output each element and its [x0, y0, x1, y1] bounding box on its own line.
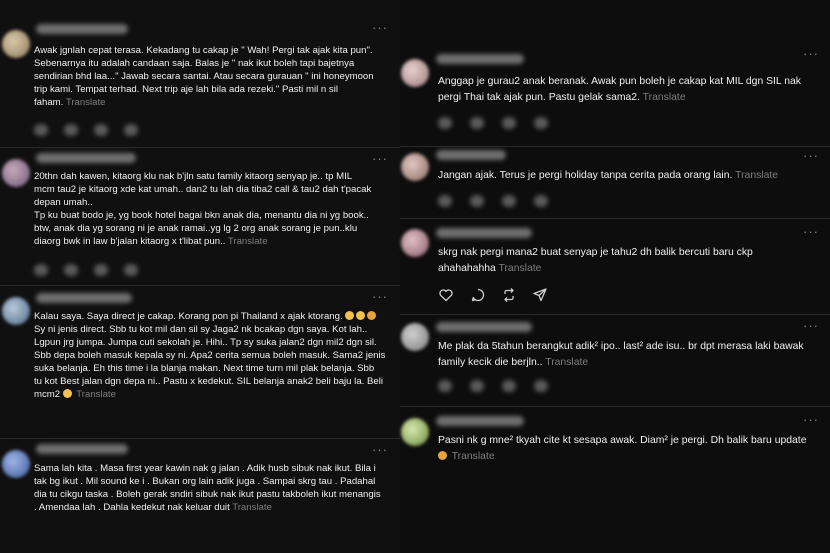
avatar[interactable] — [401, 418, 429, 446]
like-icon[interactable] — [34, 264, 48, 276]
share-icon[interactable] — [534, 380, 548, 392]
comment-post: ··· Sama lah kita . Masa first year kawi… — [0, 438, 400, 553]
share-icon[interactable] — [124, 124, 138, 136]
comment-text: Jangan ajak. Terus je pergi holiday tanp… — [438, 170, 779, 181]
translate-link[interactable]: Translate — [232, 502, 272, 513]
username[interactable] — [436, 322, 532, 332]
repost-icon[interactable] — [502, 195, 516, 207]
share-icon[interactable] — [534, 117, 548, 129]
username[interactable] — [436, 150, 506, 160]
translate-link[interactable]: Translate — [735, 170, 778, 181]
username[interactable] — [436, 416, 524, 426]
comment-icon[interactable] — [470, 117, 484, 129]
share-icon[interactable] — [124, 264, 138, 276]
more-options-icon[interactable]: ··· — [803, 412, 819, 427]
rofl-emoji-icon — [367, 311, 377, 320]
action-bar — [438, 195, 638, 209]
more-options-icon[interactable]: ··· — [803, 318, 819, 333]
comment-text: Sama lah kita . Masa first year kawin na… — [34, 463, 381, 513]
more-options-icon[interactable]: ··· — [372, 20, 388, 35]
comment-icon[interactable] — [64, 124, 78, 136]
translate-link[interactable]: Translate — [76, 389, 116, 400]
laughing-emoji-icon — [345, 311, 355, 320]
comment-post: ··· Awak jgnlah cepat terasa. Kekadang t… — [0, 0, 400, 148]
like-icon[interactable] — [438, 195, 452, 207]
action-bar — [34, 124, 234, 138]
translate-link[interactable]: Translate — [545, 357, 588, 368]
comment-icon[interactable] — [470, 380, 484, 392]
like-icon[interactable] — [438, 287, 454, 303]
more-options-icon[interactable]: ··· — [372, 151, 388, 166]
action-bar — [438, 287, 638, 303]
share-icon[interactable] — [534, 195, 548, 207]
repost-icon[interactable] — [502, 117, 516, 129]
comment-text: skrg nak pergi mana2 buat senyap je tahu… — [438, 247, 753, 274]
comment-text: Pasni nk g mne² tkyah cite kt sesapa awa… — [438, 435, 807, 462]
comment-post: ··· Anggap je gurau2 anak beranak. Awak … — [400, 0, 830, 147]
repost-icon[interactable] — [94, 264, 108, 276]
comment-post: ··· Kalau saya. Saya direct je cakap. Ko… — [0, 285, 400, 439]
comment-text: 20thn dah kawen, kitaorg klu nak b'jln s… — [34, 171, 372, 247]
avatar[interactable] — [2, 159, 30, 187]
username[interactable] — [436, 228, 532, 238]
comment-post: ··· Me plak da 5tahun berangkut adik² ip… — [400, 314, 830, 407]
rofl-emoji-icon — [438, 450, 447, 460]
grinning-emoji-icon — [356, 311, 366, 320]
comment-text: Me plak da 5tahun berangkut adik² ipo.. … — [438, 341, 804, 368]
action-bar — [438, 380, 638, 394]
action-bar — [34, 264, 234, 278]
comment-text: Awak jgnlah cepat terasa. Kekadang tu ca… — [34, 45, 374, 108]
username[interactable] — [436, 54, 524, 64]
like-icon[interactable] — [34, 124, 48, 136]
like-icon[interactable] — [438, 380, 452, 392]
action-bar — [438, 117, 638, 131]
translate-link[interactable]: Translate — [66, 97, 106, 108]
more-options-icon[interactable]: ··· — [803, 148, 819, 163]
username[interactable] — [36, 444, 128, 454]
comment-post: ··· skrg nak pergi mana2 buat senyap je … — [400, 218, 830, 315]
avatar[interactable] — [401, 323, 429, 351]
right-comment-column: ··· Anggap je gurau2 anak beranak. Awak … — [400, 0, 830, 553]
comment-icon[interactable] — [470, 287, 486, 303]
more-options-icon[interactable]: ··· — [803, 224, 819, 239]
more-options-icon[interactable]: ··· — [372, 442, 388, 457]
share-icon[interactable] — [532, 287, 548, 303]
translate-link[interactable]: Translate — [452, 451, 495, 462]
comment-icon[interactable] — [470, 195, 484, 207]
repost-icon[interactable] — [94, 124, 108, 136]
username[interactable] — [36, 153, 136, 163]
comment-text: Kalau saya. Saya direct je cakap. Korang… — [34, 311, 386, 400]
avatar[interactable] — [2, 30, 30, 58]
comment-post: ··· Jangan ajak. Terus je pergi holiday … — [400, 146, 830, 219]
left-comment-column: ··· Awak jgnlah cepat terasa. Kekadang t… — [0, 0, 400, 553]
comment-icon[interactable] — [64, 264, 78, 276]
avatar[interactable] — [401, 59, 429, 87]
comment-text: Anggap je gurau2 anak beranak. Awak pun … — [438, 76, 801, 103]
translate-link[interactable]: Translate — [499, 263, 542, 274]
avatar[interactable] — [401, 153, 429, 181]
username[interactable] — [36, 24, 128, 34]
like-icon[interactable] — [438, 117, 452, 129]
avatar[interactable] — [2, 450, 30, 478]
repost-icon[interactable] — [502, 380, 516, 392]
avatar[interactable] — [401, 229, 429, 257]
avatar[interactable] — [2, 297, 30, 325]
repost-icon[interactable] — [501, 287, 517, 303]
translate-link[interactable]: Translate — [228, 236, 268, 247]
comment-post: ··· Pasni nk g mne² tkyah cite kt sesapa… — [400, 406, 830, 553]
more-options-icon[interactable]: ··· — [372, 289, 388, 304]
translate-link[interactable]: Translate — [643, 92, 686, 103]
smile-emoji-icon — [62, 389, 72, 398]
more-options-icon[interactable]: ··· — [803, 46, 819, 61]
comment-post: ··· 20thn dah kawen, kitaorg klu nak b'j… — [0, 147, 400, 286]
username[interactable] — [36, 293, 132, 303]
